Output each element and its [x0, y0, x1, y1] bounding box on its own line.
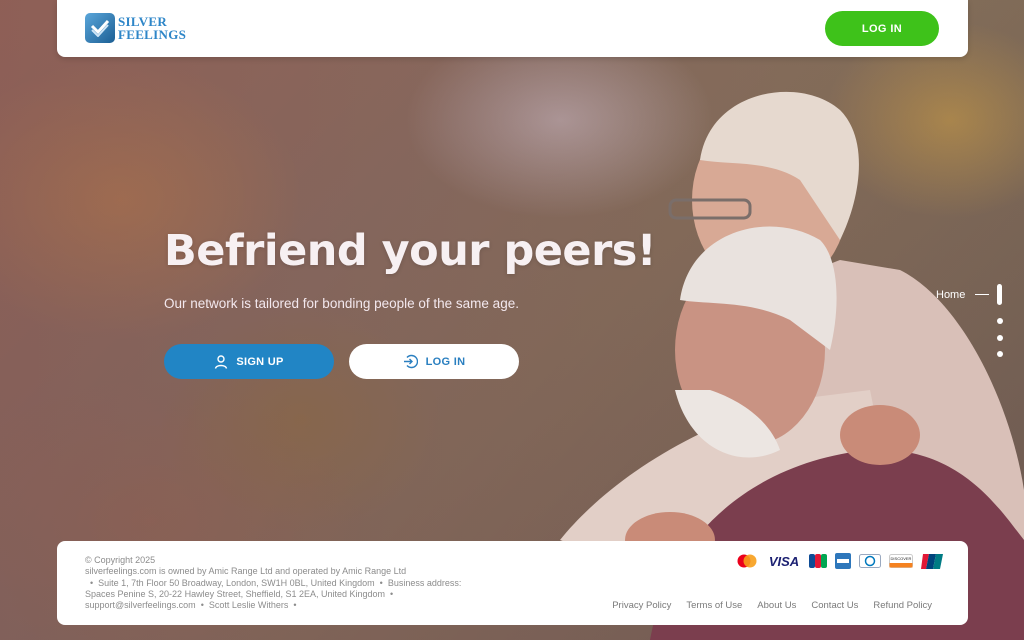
footer-company-info: © Copyright 2025 silverfeelings.com is o… [85, 555, 495, 611]
login-arrow-icon [403, 354, 418, 369]
footer-owner: silverfeelings.com is owned by Amic Rang… [85, 566, 407, 577]
footer-business-address: Spaces Penine S, 20-22 Hawley Street, Sh… [85, 588, 386, 599]
amex-icon [835, 553, 851, 569]
terms-of-use-link[interactable]: Terms of Use [686, 600, 742, 611]
unionpay-icon [921, 553, 943, 569]
site-footer: © Copyright 2025 silverfeelings.com is o… [57, 541, 968, 625]
section-nav-dot-4[interactable] [997, 351, 1003, 357]
section-nav: Home [930, 284, 1010, 364]
footer-links: Privacy Policy Terms of Use About Us Con… [597, 600, 932, 611]
section-nav-dot-3[interactable] [997, 335, 1003, 341]
user-icon [215, 354, 228, 369]
brand-name-line2: FEELINGS [118, 27, 187, 42]
footer-person: Scott Leslie Withers [208, 600, 289, 611]
discover-text: DISCOVER [890, 556, 912, 561]
hero-subtitle: Our network is tailored for bonding peop… [164, 296, 519, 311]
section-nav-label-home[interactable]: Home [936, 289, 965, 301]
brand-logo[interactable]: SILVER FEELINGS [85, 13, 186, 43]
footer-address: Suite 1, 7th Floor 50 Broadway, London, … [98, 577, 375, 588]
visa-icon: VISA [767, 553, 801, 569]
signup-button[interactable]: SIGN UP [164, 344, 334, 379]
hero-title: Befriend your peers! [164, 226, 657, 276]
hero-login-label: LOG IN [425, 355, 466, 368]
section-nav-line [975, 294, 989, 295]
mastercard-icon [735, 553, 759, 569]
payment-methods: VISA DISCOVER [735, 553, 951, 569]
jcb-icon [809, 553, 827, 569]
privacy-policy-link[interactable]: Privacy Policy [612, 600, 671, 611]
refund-policy-link[interactable]: Refund Policy [873, 600, 932, 611]
discover-icon: DISCOVER [889, 553, 913, 569]
logo-check-icon [85, 13, 115, 43]
brand-name: SILVER FEELINGS [118, 15, 186, 41]
footer-email[interactable]: support@silverfeelings.com [85, 600, 196, 610]
contact-us-link[interactable]: Contact Us [811, 600, 858, 611]
section-nav-dot-active[interactable] [997, 284, 1002, 305]
top-header: SILVER FEELINGS LOG IN [57, 0, 968, 57]
diners-icon [859, 553, 881, 569]
section-nav-dot-2[interactable] [997, 318, 1003, 324]
footer-business-label: Business address: [387, 577, 462, 588]
hero-login-button[interactable]: LOG IN [349, 344, 519, 379]
header-login-button[interactable]: LOG IN [825, 11, 939, 46]
visa-text: VISA [768, 553, 800, 569]
footer-copyright: © Copyright 2025 [85, 555, 156, 565]
about-us-link[interactable]: About Us [757, 600, 796, 611]
signup-label: SIGN UP [236, 355, 284, 368]
